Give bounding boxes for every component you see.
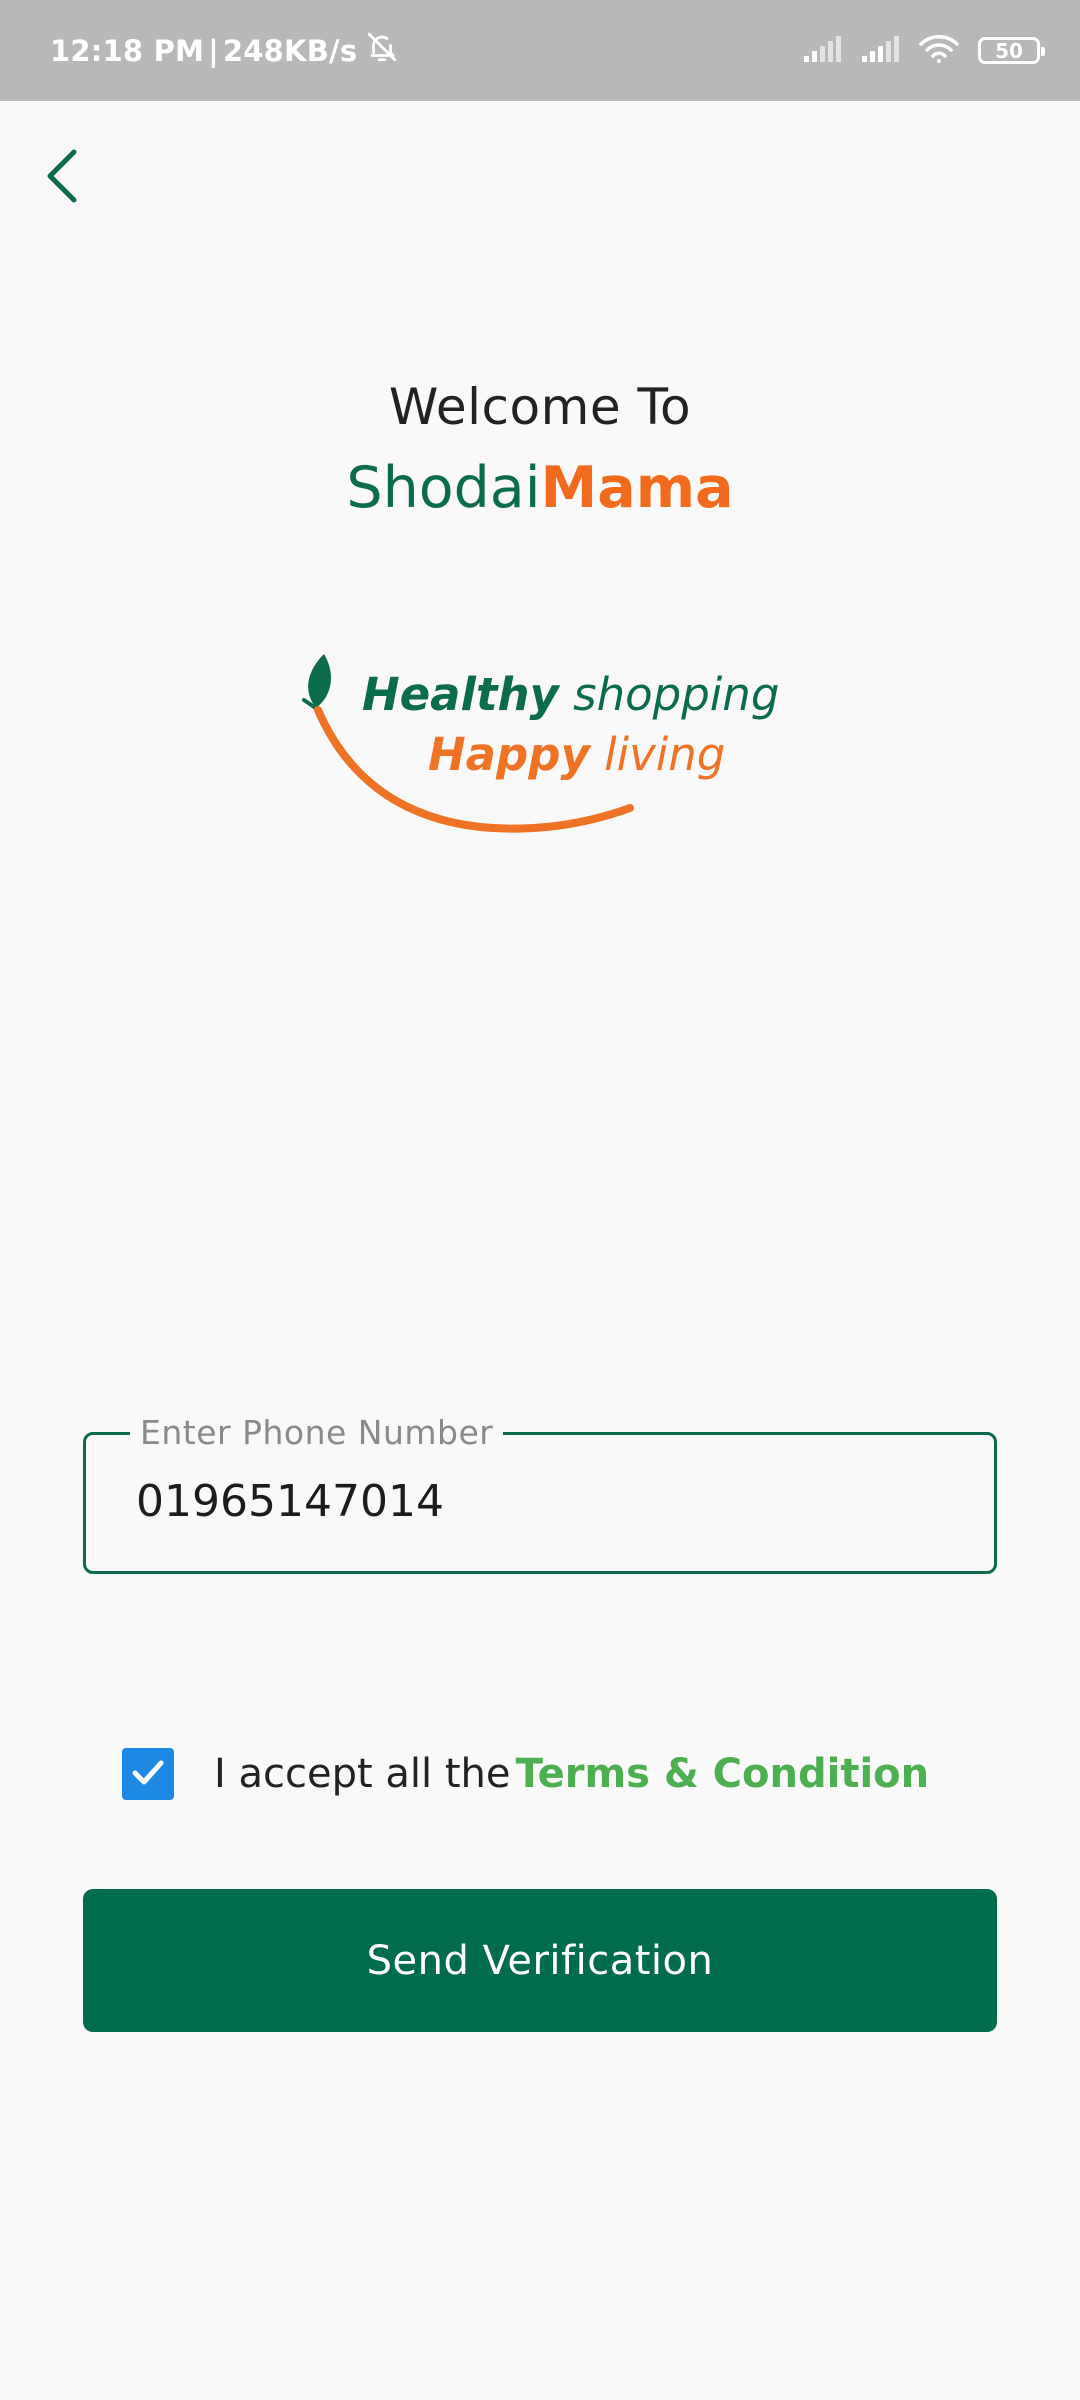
welcome-heading: Welcome To [388,378,692,436]
signal-icon [860,34,900,68]
status-separator: | [208,33,219,68]
brand-name-mama: Mama [540,455,734,521]
tagline-shopping: shopping [573,668,780,721]
brand-name-shodai: Shodai [346,455,541,521]
checkmark-icon [128,1752,168,1796]
send-verification-button[interactable]: Send Verification [83,1889,997,2032]
tagline-healthy: Healthy [362,668,559,721]
status-time: 12:18 PM [50,33,205,68]
tagline-logo: Healthy shopping Happy living [296,648,786,838]
status-right: 50 [802,0,1045,101]
tagline-happy: Happy [428,728,590,781]
terms-link[interactable]: Terms & Condition [516,1751,930,1797]
tagline-line-1: Healthy shopping [362,668,779,721]
tagline-line-2: Happy living [428,728,725,781]
phone-number-field[interactable]: Enter Phone Number [83,1413,997,1574]
tagline-living: living [604,728,726,781]
brand-name: ShodaiMama [0,455,1080,521]
terms-checkbox[interactable] [122,1748,174,1800]
phone-number-input[interactable] [136,1471,936,1531]
terms-text: I accept all the [214,1751,511,1797]
status-left: 12:18 PM | 248KB/s [50,0,399,101]
send-verification-label: Send Verification [366,1937,714,1984]
terms-row: I accept all the Terms & Condition [122,1748,929,1800]
battery-level: 50 [995,38,1023,63]
chevron-left-icon [42,147,82,209]
back-button[interactable] [34,146,90,210]
signal-icon [802,34,842,68]
bell-off-icon [365,30,399,71]
status-bar: 12:18 PM | 248KB/s 50 [0,0,1080,101]
wifi-icon [918,33,960,69]
phone-number-label: Enter Phone Number [130,1413,504,1452]
battery-icon: 50 [978,37,1045,64]
status-network-speed: 248KB/s [222,33,358,68]
